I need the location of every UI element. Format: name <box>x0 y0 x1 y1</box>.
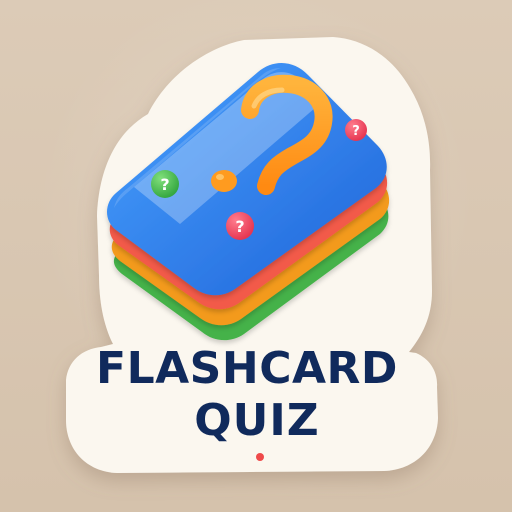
app-canvas: ? ? ? FLASHCARD QUIZ <box>0 0 512 512</box>
red-dot-icon <box>256 453 264 461</box>
title-line-1: FLASHCARD <box>96 343 398 394</box>
svg-text:?: ? <box>235 217 244 236</box>
green-badge-icon: ? <box>151 170 179 198</box>
pink-badge-icon-top: ? <box>345 119 367 141</box>
pink-badge-icon-middle: ? <box>226 212 254 240</box>
svg-text:?: ? <box>352 124 360 139</box>
svg-text:?: ? <box>160 175 169 194</box>
flashcard-quiz-logo: ? ? ? FLASHCARD QUIZ <box>66 37 438 473</box>
title-line-2: QUIZ <box>194 395 319 446</box>
